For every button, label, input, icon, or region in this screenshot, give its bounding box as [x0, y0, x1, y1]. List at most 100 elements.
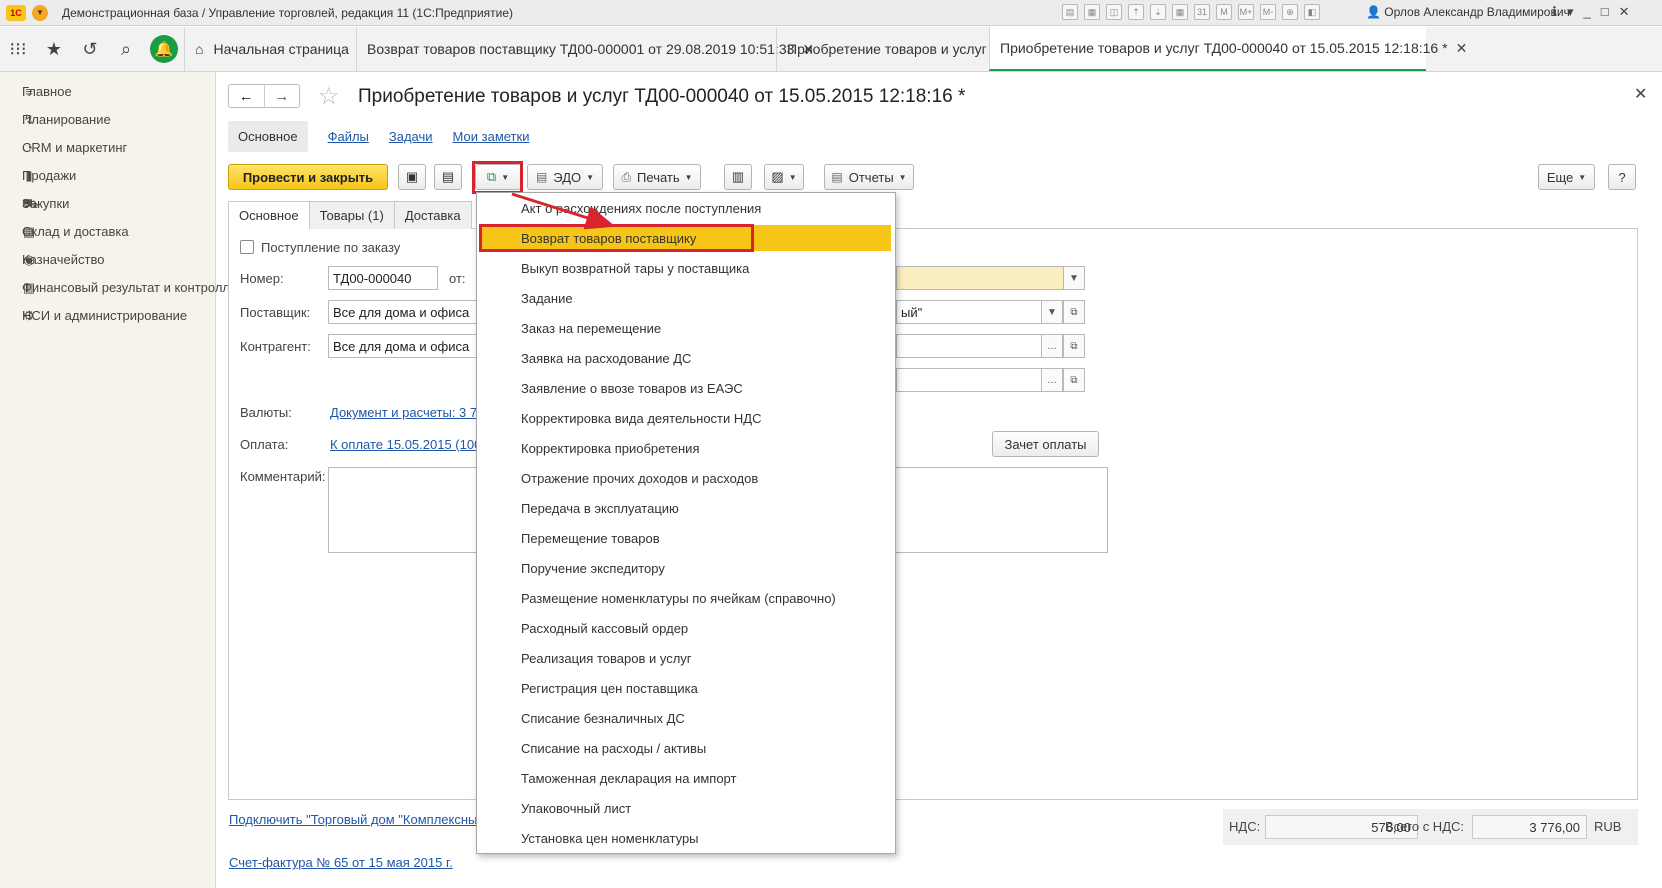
offset-payment-button[interactable]: Зачет оплаты — [992, 431, 1099, 457]
tab-purchase[interactable]: Приобретение товаров и услуг ✕ — [776, 27, 1006, 71]
apps-grid-icon[interactable]: ⁝⁝⁝ — [0, 27, 36, 71]
tab-goods[interactable]: Товары (1) — [308, 201, 395, 229]
menu-item[interactable]: Заказ на перемещение — [477, 315, 895, 341]
payment-link[interactable]: К оплате 15.05.2015 (100 — [330, 437, 481, 452]
currency-link[interactable]: Документ и расчеты: 3 7 — [330, 405, 477, 420]
sidebar-item-treasury[interactable]: ◉ Казначейство — [0, 246, 215, 274]
more-button[interactable]: Еще ▼ — [1538, 164, 1595, 190]
help-button[interactable]: ? — [1608, 164, 1636, 190]
tab-return-goods[interactable]: Возврат товаров поставщику ТД00-000001 о… — [356, 27, 814, 71]
menu-item[interactable]: Упаковочный лист — [477, 795, 895, 821]
edo-button[interactable]: ▤ ЭДО ▼ — [527, 164, 603, 190]
menu-item[interactable]: Корректировка вида деятельности НДС — [477, 405, 895, 431]
menu-item[interactable]: Акт о расхождениях после поступления — [477, 195, 895, 221]
notifications-bell-icon[interactable]: 🔔 — [150, 35, 178, 63]
search-icon[interactable]: ⌕ — [108, 27, 144, 71]
save-icon[interactable]: ▤ — [1062, 4, 1078, 20]
number-field[interactable]: ТД00-000040 — [328, 266, 438, 290]
sidebar-item-planning[interactable]: ↯ Планирование — [0, 106, 215, 134]
warehouse-field[interactable] — [896, 368, 1042, 392]
contract-open-button[interactable]: ⧉ — [1063, 300, 1085, 324]
history-icon[interactable]: ↺ — [72, 27, 108, 71]
forward-arrow-icon[interactable]: → — [265, 85, 300, 107]
menu-item[interactable]: Расходный кассовый ордер — [477, 615, 895, 641]
m-icon[interactable]: M — [1216, 4, 1232, 20]
org-field[interactable] — [896, 266, 1064, 290]
print-icon[interactable]: ▦ — [1084, 4, 1100, 20]
sidebar-item-finance[interactable]: ▥ Финансовый результат и контроллинг — [0, 274, 249, 302]
upload-icon[interactable]: ⇡ — [1128, 4, 1144, 20]
dropdown-icon[interactable]: ▾ — [1567, 4, 1574, 20]
sidebar-item-warehouse[interactable]: ▦ Склад и доставка — [0, 218, 215, 246]
tab-purchase-doc[interactable]: Приобретение товаров и услуг ТД00-000040… — [989, 27, 1467, 71]
menu-item[interactable]: Перемещение товаров — [477, 525, 895, 551]
invoice-link[interactable]: Счет-фактура № 65 от 15 мая 2015 г. — [229, 855, 453, 870]
tab-delivery[interactable]: Доставка — [393, 201, 472, 229]
subnav-files[interactable]: Файлы — [328, 129, 369, 144]
connect-link[interactable]: Подключить "Торговый дом "Комплексный — [229, 812, 485, 827]
open-button[interactable]: ⧉ — [1063, 368, 1085, 392]
menu-item[interactable]: Списание на расходы / активы — [477, 735, 895, 761]
subnav-tasks[interactable]: Задачи — [389, 129, 433, 144]
sidebar-item-admin[interactable]: ⚙ НСИ и администрирование — [0, 302, 215, 330]
reports-button[interactable]: ▤ Отчеты ▼ — [824, 164, 914, 190]
menu-item[interactable]: Реализация товаров и услуг — [477, 645, 895, 671]
menu-item[interactable]: Размещение номенклатуры по ячейкам (спра… — [477, 585, 895, 611]
calendar-icon[interactable]: 31 — [1194, 4, 1210, 20]
m-plus-icon[interactable]: M+ — [1238, 4, 1254, 20]
menu-item[interactable]: Заявление о ввозе товаров из ЕАЭС — [477, 375, 895, 401]
info-icon[interactable]: ℹ — [1552, 4, 1557, 20]
select-button[interactable]: … — [1041, 334, 1063, 358]
print-button[interactable]: ⎙ Печать ▼ — [613, 164, 701, 190]
close-window-button[interactable]: ✕ — [1619, 4, 1630, 20]
post-button[interactable]: ▤ — [434, 164, 462, 190]
sidebar-item-main[interactable]: ≡ Главное — [0, 78, 215, 106]
tab-close-icon[interactable]: ✕ — [1456, 40, 1468, 57]
current-user[interactable]: 👤 Орлов Александр Владимирович — [1366, 5, 1570, 19]
menu-item[interactable]: Корректировка приобретения — [477, 435, 895, 461]
attach-button[interactable]: ▨ ▼ — [764, 164, 804, 190]
open-button[interactable]: ⧉ — [1063, 334, 1085, 358]
preview-icon[interactable]: ◫ — [1106, 4, 1122, 20]
panel-icon[interactable]: ◧ — [1304, 4, 1320, 20]
m-minus-icon[interactable]: M- — [1260, 4, 1276, 20]
calc-icon[interactable]: ▦ — [1172, 4, 1188, 20]
sidebar-item-crm[interactable]: ◔ CRM и маркетинг — [0, 134, 215, 162]
menu-item[interactable]: Заявка на расходование ДС — [477, 345, 895, 371]
structure-button[interactable]: ▥ — [724, 164, 752, 190]
favorites-star-icon[interactable]: ★ — [36, 27, 72, 71]
menu-item[interactable]: Отражение прочих доходов и расходов — [477, 465, 895, 491]
menu-item[interactable]: Задание — [477, 285, 895, 311]
subnav-notes[interactable]: Мои заметки — [453, 129, 530, 144]
sidebar-item-sales[interactable]: ▮ Продажи — [0, 162, 215, 190]
subnav-main[interactable]: Основное — [228, 120, 308, 152]
org-dropdown-button[interactable]: ▼ — [1063, 266, 1085, 290]
main-menu-icon[interactable]: ▾ — [32, 4, 48, 21]
menu-item[interactable]: Списание безналичных ДС — [477, 705, 895, 731]
menu-item[interactable]: Поручение экспедитору — [477, 555, 895, 581]
menu-item[interactable]: Установка цен номенклатуры — [477, 825, 895, 851]
post-and-close-button[interactable]: Провести и закрыть — [228, 164, 388, 190]
contract-dropdown-button[interactable]: ▼ — [1041, 300, 1063, 324]
supplier-field[interactable]: Все для дома и офиса — [328, 300, 478, 324]
save-button[interactable]: ▣ — [398, 164, 426, 190]
menu-item[interactable]: Выкуп возвратной тары у поставщика — [477, 255, 895, 281]
menu-item[interactable]: Регистрация цен поставщика — [477, 675, 895, 701]
menu-item[interactable]: Таможенная декларация на импорт — [477, 765, 895, 791]
contract-field[interactable]: ый" — [896, 300, 1042, 324]
maximize-button[interactable]: □ — [1601, 4, 1609, 20]
tab-main[interactable]: Основное — [228, 201, 310, 229]
form-close-icon[interactable]: ✕ — [1634, 84, 1647, 104]
tab-home[interactable]: ⌂ Начальная страница — [184, 27, 356, 71]
back-arrow-icon[interactable]: ← — [229, 85, 265, 107]
favorite-star-icon[interactable]: ☆ — [318, 82, 340, 111]
sidebar-item-purchases[interactable]: ⛟ Закупки — [0, 190, 215, 218]
menu-item[interactable]: Передача в эксплуатацию — [477, 495, 895, 521]
by-order-checkbox[interactable] — [240, 240, 254, 254]
minimize-button[interactable]: _ — [1583, 4, 1590, 20]
zoom-icon[interactable]: ⊕ — [1282, 4, 1298, 20]
download-icon[interactable]: ⇣ — [1150, 4, 1166, 20]
counterparty-field[interactable]: Все для дома и офиса — [328, 334, 478, 358]
counterparty-right-field[interactable] — [896, 334, 1042, 358]
select-button[interactable]: … — [1041, 368, 1063, 392]
